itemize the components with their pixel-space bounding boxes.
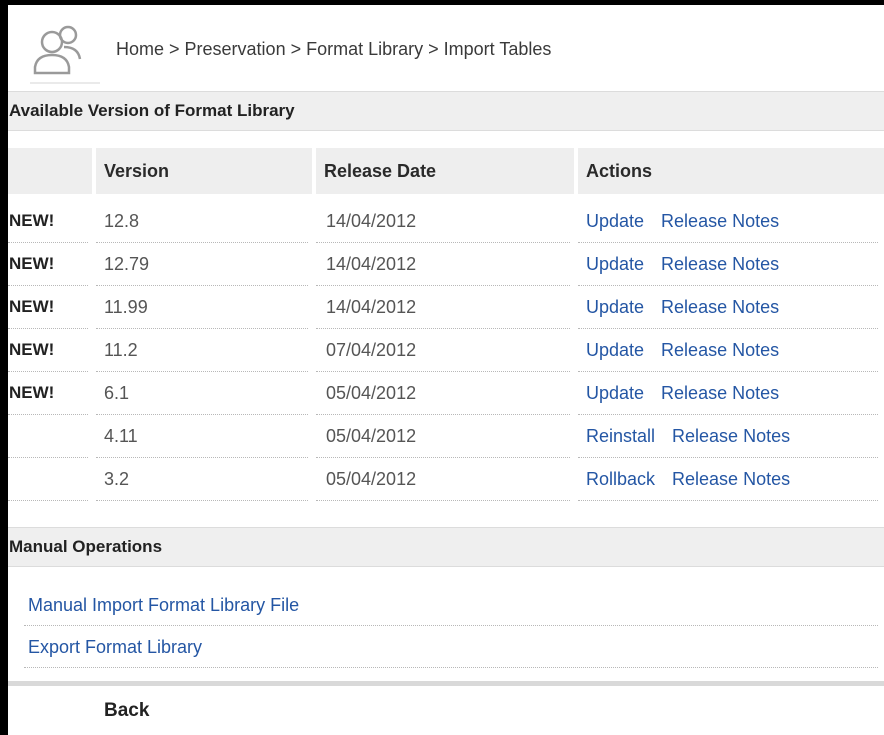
new-badge: NEW! — [8, 329, 94, 372]
version-cell: 4.11 — [96, 415, 314, 458]
actions-cell: Update Release Notes — [578, 243, 884, 286]
update-link[interactable]: Update — [586, 211, 644, 231]
rollback-link[interactable]: Rollback — [586, 469, 655, 489]
versions-table-header: Version Release Date Actions — [8, 148, 884, 194]
release-notes-link[interactable]: Release Notes — [672, 469, 790, 489]
column-header-version: Version — [96, 148, 314, 194]
reinstall-link[interactable]: Reinstall — [586, 426, 655, 446]
release-notes-link[interactable]: Release Notes — [661, 254, 779, 274]
update-link[interactable]: Update — [586, 297, 644, 317]
versions-table-body: NEW! 12.8 14/04/2012 Update Release Notes… — [8, 200, 884, 501]
table-row: NEW! 11.2 07/04/2012 Update Release Notes — [8, 329, 884, 372]
release-date-cell: 05/04/2012 — [316, 372, 576, 415]
breadcrumb-separator: > — [285, 39, 307, 59]
breadcrumb-home[interactable]: Home — [116, 39, 164, 59]
new-badge: NEW! — [8, 200, 94, 243]
release-date-cell: 14/04/2012 — [316, 200, 576, 243]
release-date-cell: 14/04/2012 — [316, 243, 576, 286]
back-button[interactable]: Back — [104, 700, 149, 722]
version-cell: 6.1 — [96, 372, 314, 415]
users-group-icon — [30, 25, 100, 84]
page-header: Home > Preservation > Format Library > I… — [8, 5, 884, 91]
release-date-cell: 05/04/2012 — [316, 415, 576, 458]
manual-operations-list: Manual Import Format Library File Export… — [8, 584, 884, 668]
actions-cell: Update Release Notes — [578, 200, 884, 243]
breadcrumb-separator: > — [423, 39, 444, 59]
export-format-library-link[interactable]: Export Format Library — [8, 626, 884, 668]
column-header-actions: Actions — [578, 148, 884, 194]
release-date-cell: 14/04/2012 — [316, 286, 576, 329]
column-header-release-date: Release Date — [316, 148, 576, 194]
breadcrumb-format-library[interactable]: Format Library — [306, 39, 423, 59]
release-notes-link[interactable]: Release Notes — [672, 426, 790, 446]
footer-divider — [8, 681, 884, 686]
breadcrumb: Home > Preservation > Format Library > I… — [116, 39, 551, 60]
update-link[interactable]: Update — [586, 340, 644, 360]
table-row: NEW! 12.8 14/04/2012 Update Release Notes — [8, 200, 884, 243]
table-row: 3.2 05/04/2012 Rollback Release Notes — [8, 458, 884, 501]
breadcrumb-separator: > — [164, 39, 185, 59]
release-notes-link[interactable]: Release Notes — [661, 211, 779, 231]
actions-cell: Update Release Notes — [578, 329, 884, 372]
new-badge — [8, 458, 94, 501]
table-row: NEW! 11.99 14/04/2012 Update Release Note… — [8, 286, 884, 329]
actions-cell: Update Release Notes — [578, 286, 884, 329]
manual-import-link[interactable]: Manual Import Format Library File — [8, 584, 884, 626]
column-header-badge — [8, 148, 94, 194]
breadcrumb-import-tables: Import Tables — [443, 39, 552, 59]
release-date-cell: 07/04/2012 — [316, 329, 576, 372]
version-cell: 11.2 — [96, 329, 314, 372]
table-row: NEW! 12.79 14/04/2012 Update Release Note… — [8, 243, 884, 286]
table-row: 4.11 05/04/2012 Reinstall Release Notes — [8, 415, 884, 458]
release-notes-link[interactable]: Release Notes — [661, 297, 779, 317]
section-title-available-versions: Available Version of Format Library — [8, 91, 884, 131]
release-date-cell: 05/04/2012 — [316, 458, 576, 501]
update-link[interactable]: Update — [586, 383, 644, 403]
release-notes-link[interactable]: Release Notes — [661, 383, 779, 403]
new-badge: NEW! — [8, 286, 94, 329]
new-badge: NEW! — [8, 372, 94, 415]
actions-cell: Reinstall Release Notes — [578, 415, 884, 458]
actions-cell: Update Release Notes — [578, 372, 884, 415]
release-notes-link[interactable]: Release Notes — [661, 340, 779, 360]
version-cell: 12.79 — [96, 243, 314, 286]
new-badge: NEW! — [8, 243, 94, 286]
version-cell: 12.8 — [96, 200, 314, 243]
section-title-manual-operations: Manual Operations — [8, 527, 884, 567]
actions-cell: Rollback Release Notes — [578, 458, 884, 501]
new-badge — [8, 415, 94, 458]
table-row: NEW! 6.1 05/04/2012 Update Release Notes — [8, 372, 884, 415]
version-cell: 11.99 — [96, 286, 314, 329]
update-link[interactable]: Update — [586, 254, 644, 274]
version-cell: 3.2 — [96, 458, 314, 501]
breadcrumb-preservation[interactable]: Preservation — [185, 39, 286, 59]
